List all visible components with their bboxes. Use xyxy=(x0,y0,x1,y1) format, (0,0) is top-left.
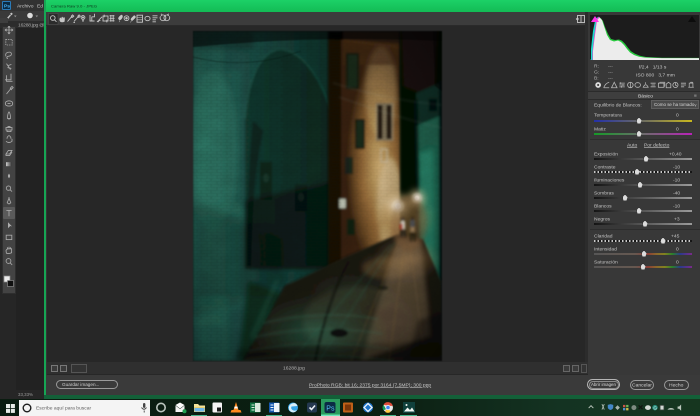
svg-text:G: G xyxy=(653,405,657,410)
svg-text:Ps: Ps xyxy=(326,406,335,413)
